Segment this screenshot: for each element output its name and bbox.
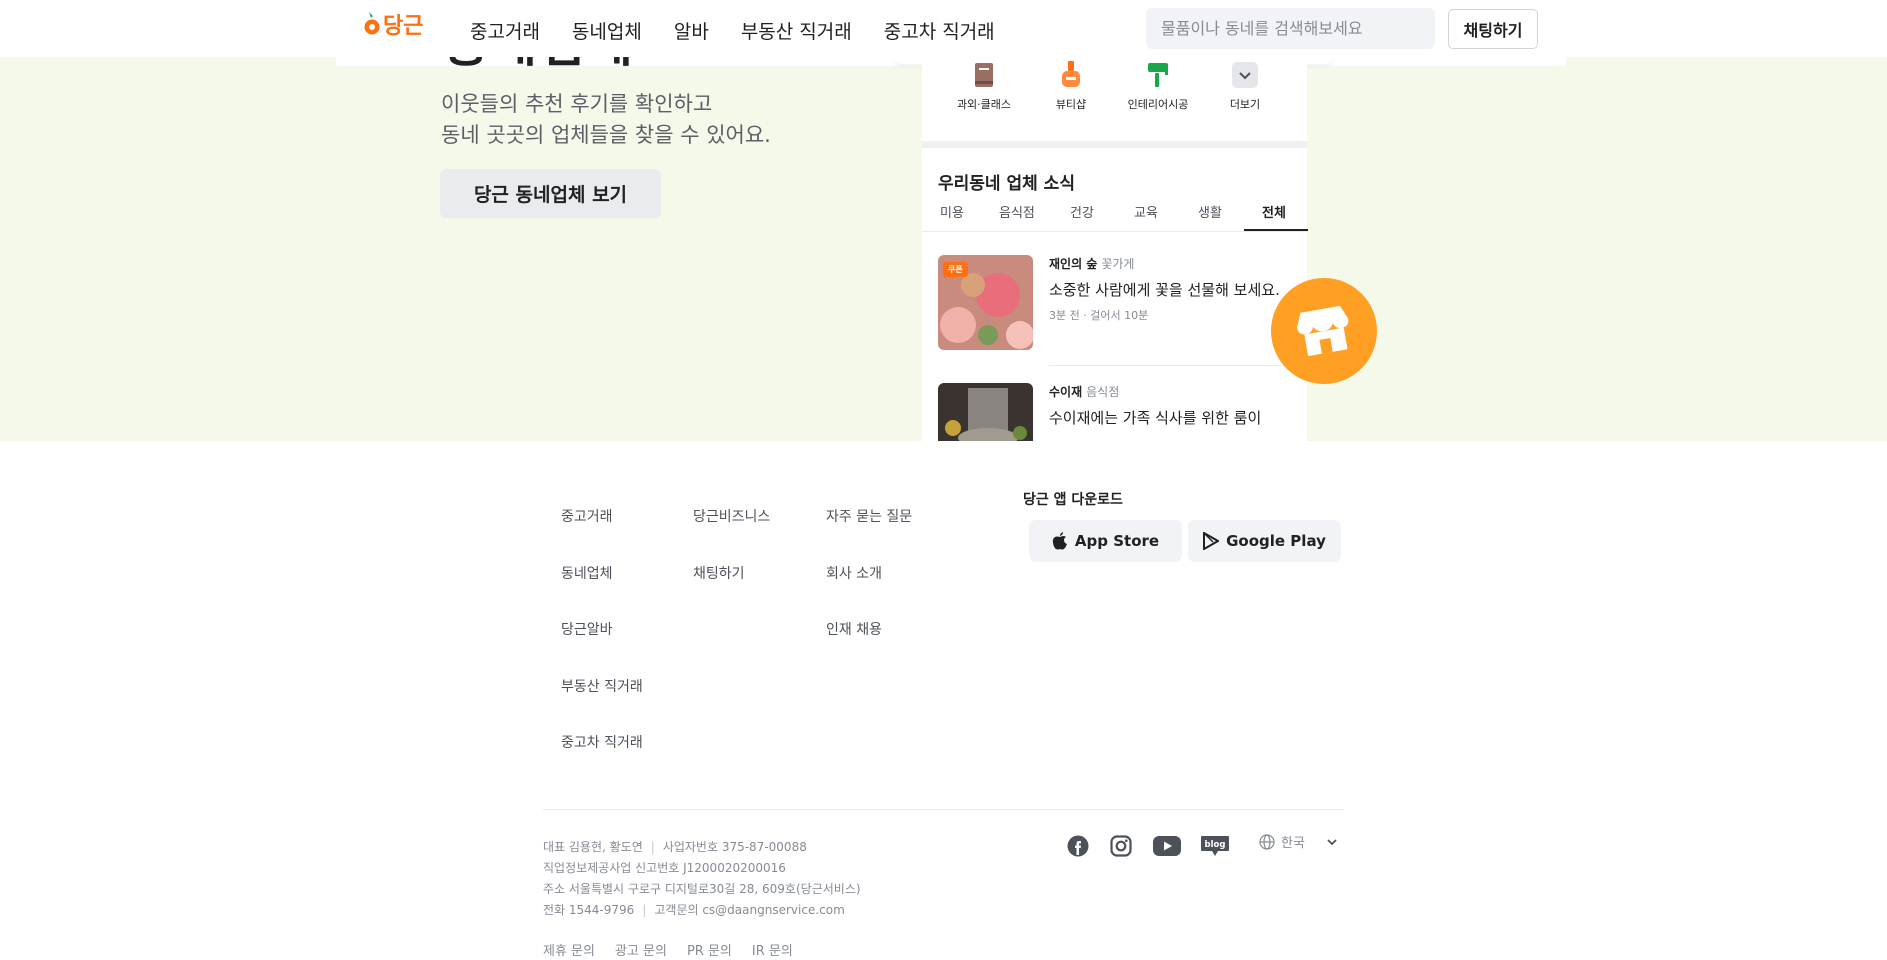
main-nav: 중고거래 동네업체 알바 부동산 직거래 중고차 직거래 [470,17,1027,44]
tab-education[interactable]: 교육 [1134,202,1158,221]
svg-text:blog: blog [1205,840,1226,850]
carrot-icon [364,12,380,35]
job-info-number: 직업정보제공사업 신고번호 J1200020200016 [543,861,786,875]
pr-inquiry-link[interactable]: PR 문의 [687,940,732,959]
facebook-icon[interactable] [1065,833,1091,859]
business-name: 수이재 음식점 [1049,385,1120,399]
store-float-button[interactable] [1271,278,1377,384]
footer-link-used-trade[interactable]: 중고거래 [561,506,643,563]
category-class[interactable]: 과외·클래스 [939,62,1029,112]
category-label: 인테리어시공 [1127,98,1189,111]
partnership-inquiry-link[interactable]: 제휴 문의 [543,940,595,959]
tab-life[interactable]: 생활 [1198,202,1222,221]
category-label: 더보기 [1229,98,1261,111]
category-label: 뷰티샵 [1055,98,1087,111]
list-item[interactable]: 수이재 음식점 수이재에는 가족 식사를 위한 룸이 [938,383,1293,441]
company-info: 대표 김용현, 황도연 | 사업자번호 375-87-00088 직업정보제공사업 … [543,840,861,917]
customer-service: 고객문의 cs@daangnservice.com [654,903,845,917]
language-selector[interactable]: 한국 [1259,832,1339,851]
nav-used-trade[interactable]: 중고거래 [470,17,540,44]
footer-divider [543,809,1344,810]
ad-inquiry-link[interactable]: 광고 문의 [615,940,667,959]
footer-link-chat[interactable]: 채팅하기 [693,563,770,620]
view-local-business-button[interactable]: 당근 동네업체 보기 [440,169,661,218]
category-interior[interactable]: 인테리어시공 [1113,62,1203,112]
company-address: 주소 서울특별시 구로구 디지털로30길 28, 609호(당근서비스) [543,882,861,896]
blog-icon[interactable]: blog [1200,833,1230,859]
hero-subtitle-line2: 동네 곳곳의 업체들을 찾을 수 있어요. [441,123,771,147]
footer-link-faq[interactable]: 자주 묻는 질문 [826,506,912,563]
app-store-button[interactable]: App Store [1029,520,1182,562]
google-play-label: Google Play [1226,532,1326,550]
biz-number: 사업자번호 375-87-00088 [662,840,807,854]
app-store-label: App Store [1074,532,1160,550]
business-name: 재인의 숲 꽃가게 [1049,257,1135,271]
ceo-info: 대표 김용현, 황도연 [543,840,643,854]
nav-used-car[interactable]: 중고차 직거래 [884,17,995,44]
search-input[interactable] [1146,8,1435,49]
tab-restaurant[interactable]: 음식점 [999,202,1035,221]
inquiry-links: 제휴 문의 광고 문의 PR 문의 IR 문의 [543,940,813,959]
active-tab-indicator [1244,229,1308,231]
category-row: 과외·클래스 뷰티샵 인테리어시공 더보기 [922,61,1307,122]
instagram-icon[interactable] [1108,833,1134,859]
footer-link-local-business[interactable]: 동네업체 [561,563,643,620]
phone-mockup: 과외·클래스 뷰티샵 인테리어시공 더보기 우리동네 업체 소식 미용 음식점 … [922,54,1308,441]
tab-all[interactable]: 전체 [1262,202,1286,221]
footer-col-company: 자주 묻는 질문 회사 소개 인재 채용 [826,506,912,676]
hero-subtitle-line1: 이웃들의 추천 후기를 확인하고 [441,92,713,116]
chevron-down-icon [1232,62,1258,88]
book-icon [971,62,997,88]
category-label: 과외·클래스 [956,98,1012,111]
business-meta: 3분 전 · 걸어서 10분 [1049,309,1149,322]
store-icon [1297,305,1349,357]
item-divider [1049,365,1293,366]
tab-health[interactable]: 건강 [1070,202,1094,221]
google-play-icon [1203,532,1220,550]
globe-icon [1259,833,1275,850]
app-download-title: 당근 앱 다운로드 [1023,492,1123,508]
nail-polish-icon [1058,61,1084,88]
nav-local-business[interactable]: 동네업체 [572,17,642,44]
nav-realty[interactable]: 부동산 직거래 [741,17,852,44]
youtube-icon[interactable] [1153,833,1181,859]
footer-link-biz[interactable]: 당근비즈니스 [693,506,770,563]
footer-col-business: 당근비즈니스 채팅하기 [693,506,770,619]
paint-roller-icon [1145,62,1171,88]
apple-icon [1052,532,1067,550]
coupon-badge: 쿠폰 [943,262,968,277]
hero-section: 동네업체 이웃들의 추천 후기를 확인하고 동네 곳곳의 업체들을 찾을 수 있… [0,0,1887,441]
footer-link-realty[interactable]: 부동산 직거래 [561,676,643,733]
chevron-down-icon [1327,838,1337,845]
footer-link-used-car[interactable]: 중고차 직거래 [561,732,643,789]
chat-button[interactable]: 채팅하기 [1448,9,1538,49]
logo-text: 당근 [383,14,424,39]
tab-beauty[interactable]: 미용 [940,202,964,221]
news-tabs: 미용 음식점 건강 교육 생활 전체 [922,202,1308,232]
language-label: 한국 [1281,836,1305,851]
footer-link-jobs[interactable]: 당근알바 [561,619,643,676]
nav-jobs[interactable]: 알바 [674,17,709,44]
google-play-button[interactable]: Google Play [1188,520,1341,562]
category-beauty[interactable]: 뷰티샵 [1026,61,1116,112]
flower-thumbnail: 쿠폰 [938,255,1033,350]
footer-link-about[interactable]: 회사 소개 [826,563,912,620]
business-description: 소중한 사람에게 꽃을 선물해 보세요. [1049,281,1280,299]
daangn-logo[interactable]: 당근 [364,8,423,40]
footer-link-careers[interactable]: 인재 채용 [826,619,912,676]
category-more[interactable]: 더보기 [1200,62,1290,112]
ir-inquiry-link[interactable]: IR 문의 [752,940,793,959]
hero-subtitle: 이웃들의 추천 후기를 확인하고 동네 곳곳의 업체들을 찾을 수 있어요. [441,89,771,151]
company-phone: 전화 1544-9796 [543,903,635,917]
footer-col-services: 중고거래 동네업체 당근알바 부동산 직거래 중고차 직거래 [561,506,643,789]
list-item[interactable]: 쿠폰 재인의 숲 꽃가게 소중한 사람에게 꽃을 선물해 보세요. 3분 전 · … [938,255,1293,367]
business-description: 수이재에는 가족 식사를 위한 룸이 [1049,409,1262,427]
top-header: 당근 중고거래 동네업체 알바 부동산 직거래 중고차 직거래 채팅하기 [0,0,1887,57]
section-divider [922,141,1307,148]
local-news-title: 우리동네 업체 소식 [938,174,1075,194]
food-thumbnail [938,383,1033,441]
